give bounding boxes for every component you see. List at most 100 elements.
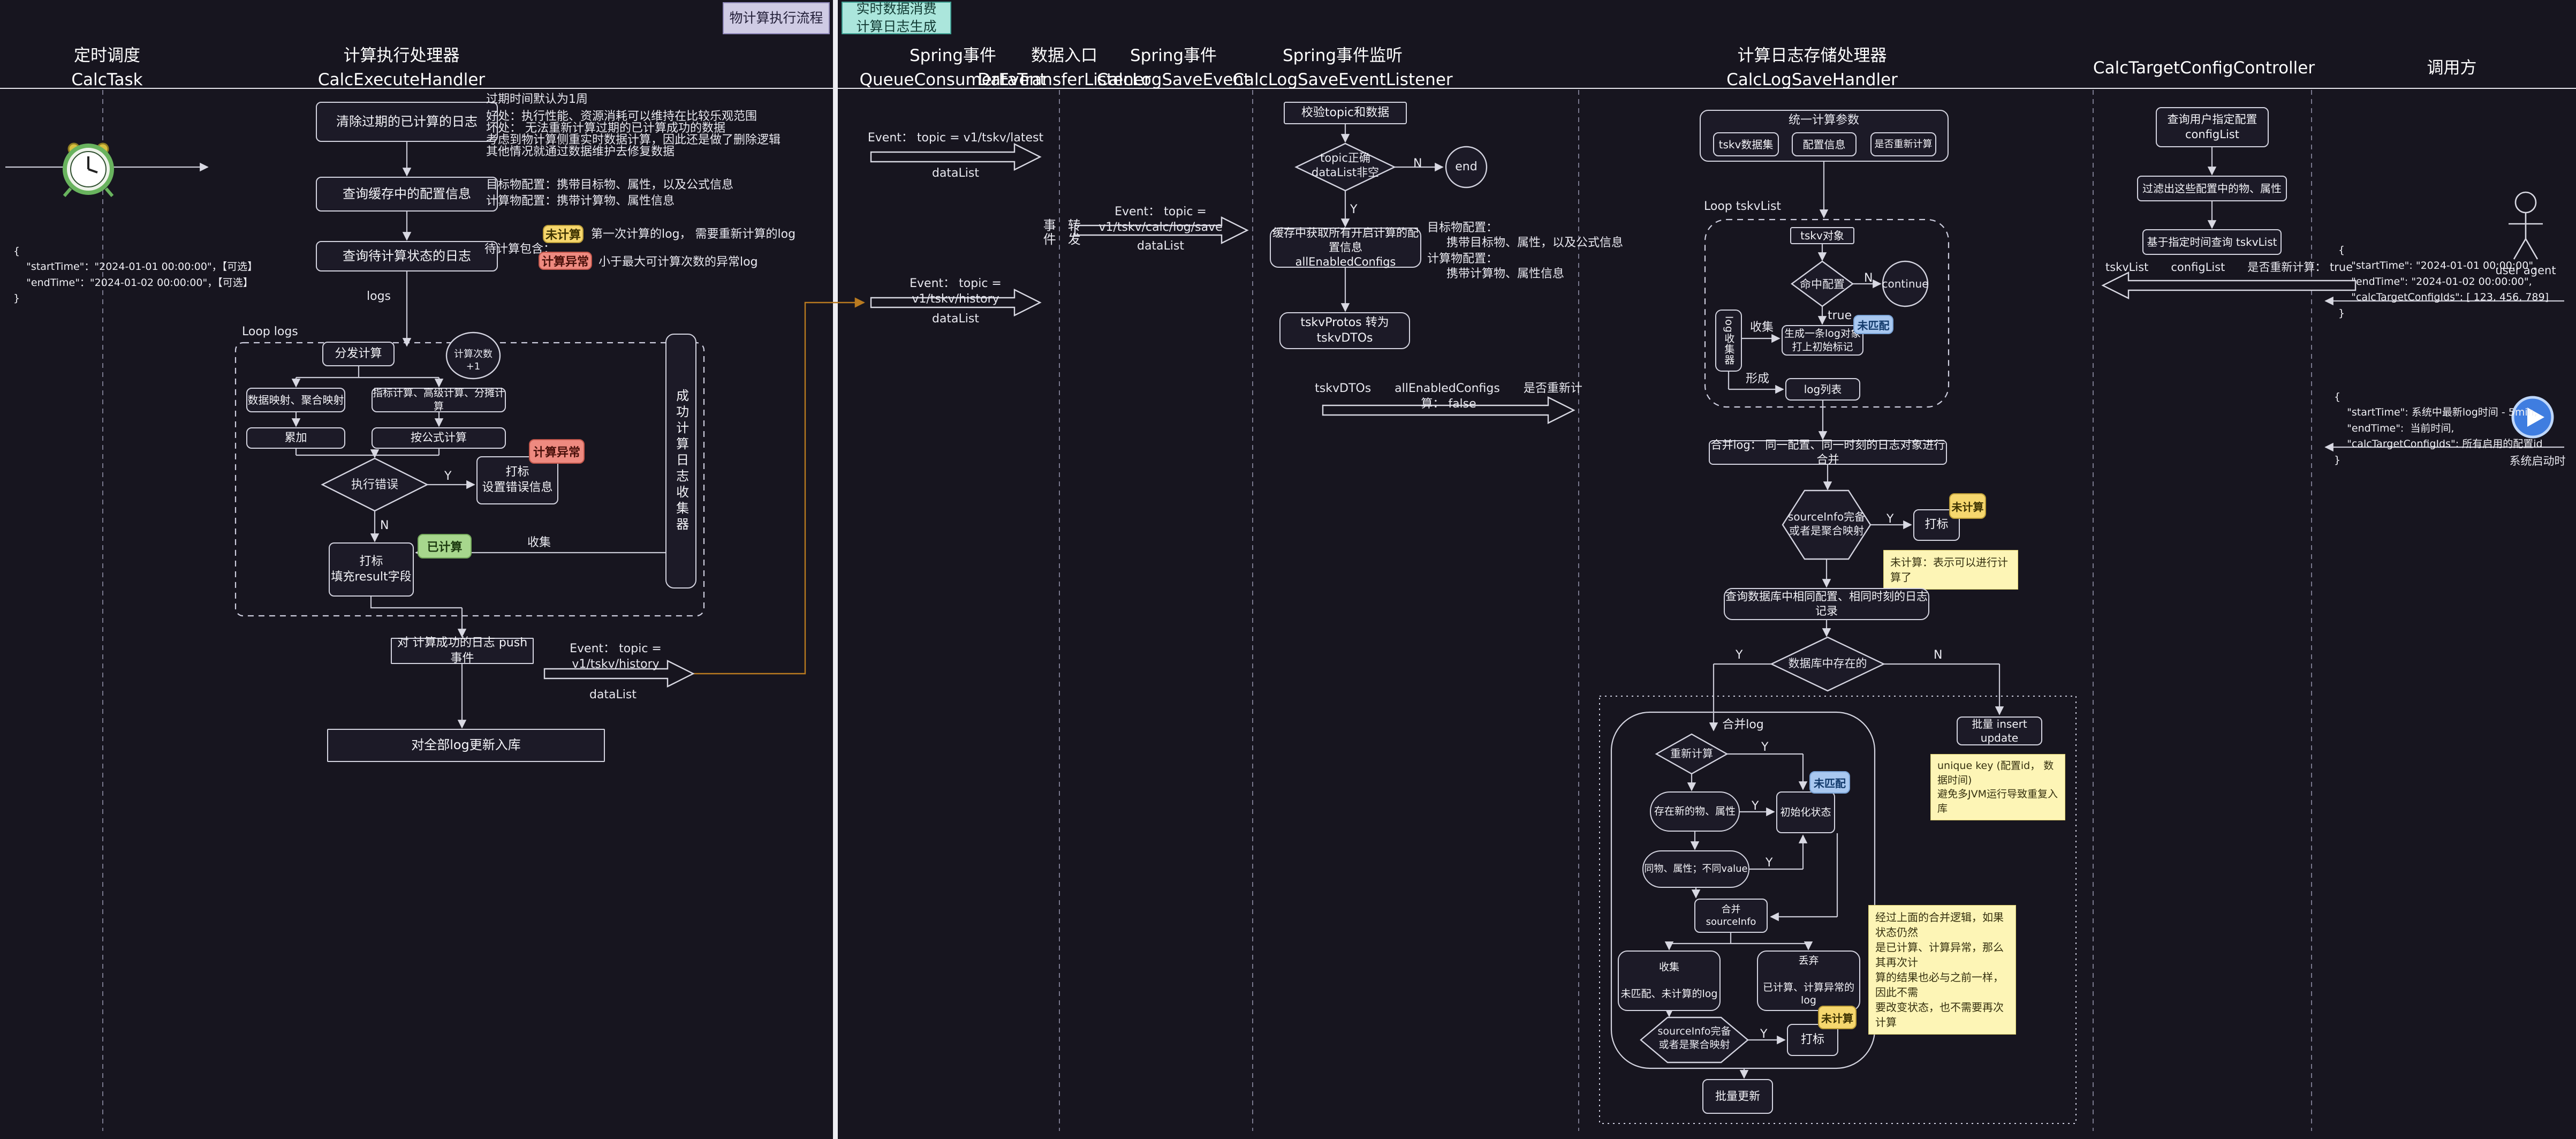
label-collect-2: 收集 xyxy=(1740,320,1783,336)
label-event-history-mid: Event： topic = v1/tskv/history xyxy=(865,276,1047,307)
node-push-success-logs: 对 计算成功的日志 push事件 xyxy=(391,638,534,664)
note-listener-target-2: 携带目标物、属性，以及公式信息 xyxy=(1446,236,1623,251)
section-divider xyxy=(833,0,838,1139)
label-listener-out: tskvDTOs allEnabledConfigs 是否重新计算： false xyxy=(1309,381,1588,412)
badge-not-calc-2: 未计算 xyxy=(1818,1006,1857,1029)
node-log-list: log列表 xyxy=(1785,378,1860,401)
header-caller: 调用方 xyxy=(2427,56,2477,80)
label-recalc-diamond: 重新计算 xyxy=(1657,746,1726,760)
node-query-pending-logs: 查询待计算状态的日志 xyxy=(316,241,498,271)
label-cond-n: N xyxy=(1413,156,1422,172)
node-config-info: 配置信息 xyxy=(1792,132,1857,156)
note-expire-5: 其他情况就通过数据维护去修复数据 xyxy=(486,145,675,160)
label-same-y: Y xyxy=(1766,856,1772,871)
note-unique-key: unique key (配置id， 数据时间) 避免多JVM运行导致重复入库 xyxy=(1930,754,2065,820)
node-update-all-logs: 对全部log更新入库 xyxy=(327,729,605,762)
label-recalc-y: Y xyxy=(1761,740,1768,756)
label-datalist-save: dataList xyxy=(1120,239,1201,254)
label-hit-n: N xyxy=(1864,271,1873,286)
label-dbex-y: Y xyxy=(1736,648,1742,663)
label-merge-container: 合并log xyxy=(1711,718,1775,733)
label-src1-y: Y xyxy=(1886,512,1893,527)
node-new-things: 存在新的物、属性 xyxy=(1650,791,1740,832)
node-collect-logs: 收集 未匹配、未计算的log xyxy=(1618,951,1721,1011)
node-clear-expired-logs: 清除过期的已计算的日志 xyxy=(316,102,498,142)
label-logs: logs xyxy=(321,289,391,305)
header-calc-log-save-event-listener: Spring事件监听 CalcLogSaveEventListener xyxy=(1232,44,1452,92)
label-topic-cond: topic正确 dataList非空 xyxy=(1292,151,1399,180)
label-continue: continue xyxy=(1873,277,1937,291)
note-merge-logic: 经过上面的合并逻辑，如果状态仍然 是已计算、计算异常，那么其再次计 算的结果也必… xyxy=(1868,905,2016,1035)
note-calc-config: 计算物配置：携带计算物、属性信息 xyxy=(486,194,675,209)
label-loop-logs: Loop logs xyxy=(242,325,298,340)
note-calc-exception: 小于最大可计算次数的异常log xyxy=(598,255,758,270)
label-exec-error: 执行错误 xyxy=(332,478,418,493)
node-success-log-collector: 成功计算日志收集器 xyxy=(665,334,696,589)
label-newt-y: Y xyxy=(1752,799,1759,814)
node-batch-insert-update: 批量 insert update xyxy=(1957,716,2042,745)
label-event-forward-1: 事件 xyxy=(1040,218,1056,246)
node-init-state: 初始化状态 xyxy=(1776,791,1835,833)
node-tskv-object: tskv对象 xyxy=(1790,227,1854,244)
node-accumulate: 累加 xyxy=(246,427,345,449)
label-end: end xyxy=(1439,160,1493,175)
node-generate-log: 生成一条log对象 打上初始标记 xyxy=(1782,325,1863,356)
label-sourceinfo-complete-1: sourceInfo完备 或者是聚合映射 xyxy=(1776,510,1877,538)
loop-logs-frame xyxy=(236,343,704,616)
header-calc-task: 定时调度 CalcTask xyxy=(71,44,142,92)
label-event-latest: Event： topic = v1/tskv/latest xyxy=(865,131,1047,146)
node-filter-things: 过滤出这些配置中的物、属性 xyxy=(2137,176,2287,201)
label-loop-tskvlist: Loop tskvList xyxy=(1704,199,1781,215)
note-listener-calc-1: 计算物配置： xyxy=(1427,252,1498,267)
node-merge-log-bar: 合并log： 同一配置、同一时刻的日志对象进行合并 xyxy=(1709,440,1947,465)
label-event-history-left: Event： topic = v1/tskv/history xyxy=(530,642,701,672)
header-calc-execute-handler: 计算执行处理器 CalcExecuteHandler xyxy=(318,44,485,92)
node-query-by-time: 基于指定时间查询 tskvList xyxy=(2142,229,2282,255)
header-calc-target-config-controller: CalcTargetConfigController xyxy=(2093,56,2315,80)
badge-unmatched-1: 未匹配 xyxy=(1853,315,1893,334)
label-unified-params: 统一计算参数 xyxy=(1765,113,1883,129)
label-form: 形成 xyxy=(1736,372,1779,387)
node-indicator-calc: 指标计算、高级计算、分摊计算 xyxy=(372,388,506,412)
badge-not-calc-1: 未计算 xyxy=(1949,493,1986,519)
badge-unmatched-2: 未匹配 xyxy=(1809,771,1850,794)
diagram-canvas: 物计算执行流程 实时数据消费 计算日志生成 定时调度 CalcTask 计算执行… xyxy=(0,0,2576,1139)
node-convert-dtos: tskvProtos 转为 tskvDTOs xyxy=(1279,312,1410,349)
badge-not-calculated: 未计算 xyxy=(543,225,584,243)
label-sourceinfo-complete-2: sourceInfo完备 或者是聚合映射 xyxy=(1643,1025,1745,1051)
label-datalist-latest: dataList xyxy=(915,166,996,182)
note-expire-1: 过期时间默认为1周 xyxy=(486,92,588,108)
label-event-save: Event： topic = v1/tskv/calc/log/save xyxy=(1059,205,1262,235)
badge-calculated: 已计算 xyxy=(418,534,472,559)
node-mark-result: 打标 填充result字段 xyxy=(329,542,414,597)
label-src2-y: Y xyxy=(1760,1027,1767,1043)
label-event-forward-2: 转发 xyxy=(1064,218,1081,246)
header-calc-log-save-handler: 计算日志存储处理器 CalcLogSaveHandler xyxy=(1726,44,1898,92)
label-user-agent: user agent xyxy=(2483,263,2569,278)
node-data-mapping: 数据映射、聚合映射 xyxy=(246,388,345,412)
node-formula-calc: 按公式计算 xyxy=(372,427,506,449)
node-same-diff-value: 同物、属性；不同value xyxy=(1642,850,1749,888)
legend-main-flow: 物计算执行流程 xyxy=(723,2,830,34)
label-system-boot: 系统启动时 xyxy=(2492,454,2576,469)
node-is-recalc: 是否重新计算 xyxy=(1870,132,1936,156)
orange-history-link xyxy=(693,303,864,674)
clock-icon xyxy=(64,144,112,196)
node-validate-topic: 校验topic和数据 xyxy=(1284,102,1407,124)
label-controller-out: tskvList configList 是否重新计算： true xyxy=(2101,260,2358,275)
node-dispatch-calc: 分发计算 xyxy=(322,342,395,366)
label-dbex-n: N xyxy=(1934,648,1942,663)
note-listener-target-1: 目标物配置： xyxy=(1427,221,1498,236)
note-listener-calc-2: 携带计算物、属性信息 xyxy=(1446,267,1564,282)
note-not-calculated: 第一次计算的log， 需要重新计算的log xyxy=(591,227,795,243)
label-db-exists: 数据库中存在的 xyxy=(1769,657,1886,671)
label-collect: 收集 xyxy=(527,535,551,551)
label-calc-count: 计算次数 +1 xyxy=(445,348,501,373)
node-query-cached-config: 查询缓存中的配置信息 xyxy=(316,177,498,212)
node-merge-sourceinfo: 合并 sourceInfo xyxy=(1694,899,1768,933)
task-request-json: { "startTime"："2024-01-01 00:00:00"，【可选】… xyxy=(13,244,257,307)
label-datalist-left: dataList xyxy=(573,688,653,703)
label-exec-error-y: Y xyxy=(444,469,451,485)
node-discard-logs: 丢弃 已计算、计算异常的log xyxy=(1757,951,1860,1011)
node-tskv-dataset: tskv数据集 xyxy=(1713,132,1779,156)
